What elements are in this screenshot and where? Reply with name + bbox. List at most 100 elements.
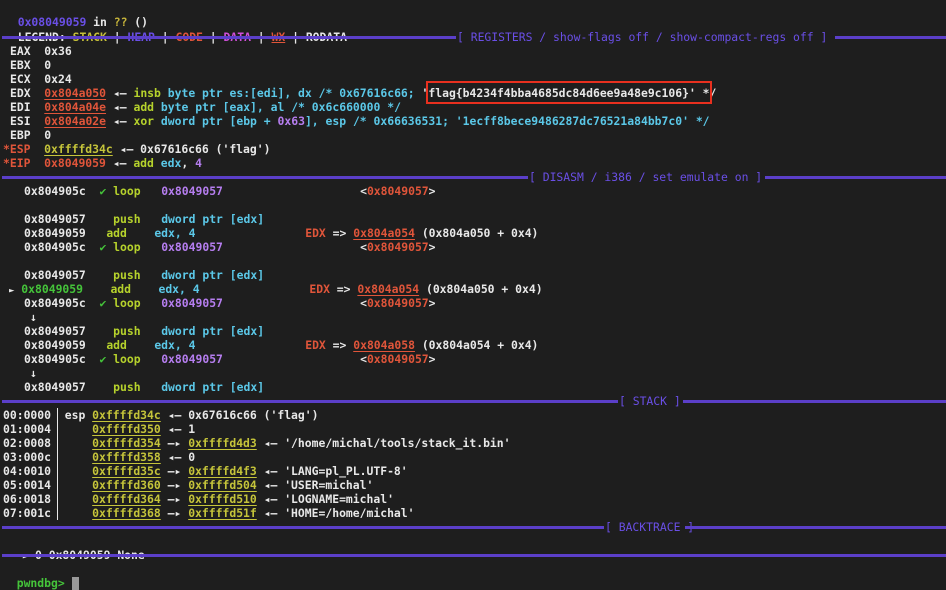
mnemonic: add xyxy=(106,226,127,240)
stack-value: 1 xyxy=(188,422,196,436)
stack-pointer-target[interactable]: 0xffffd510 xyxy=(188,492,257,506)
disasm-row: 0x804905c ✔ loop 0x8049057 <0x8049057> xyxy=(24,184,436,198)
emulated-calc: (0x804a050 + 0x4) xyxy=(419,282,543,296)
divider xyxy=(2,526,604,529)
stack-offset: 06:0018 xyxy=(3,492,52,506)
mnemonic: loop xyxy=(113,240,141,254)
instruction-address[interactable]: 0x8049057 xyxy=(24,380,86,394)
registers-title: [ REGISTERS / show-flags off / show-comp… xyxy=(457,30,828,44)
legend: LEGEND: STACK | HEAP | CODE | DATA | WX … xyxy=(4,16,347,44)
pointer-arrow-icon: —▸ xyxy=(167,492,182,506)
mnemonic: loop xyxy=(113,296,141,310)
divider xyxy=(2,400,618,403)
disasm-jump-arrow: ↓ xyxy=(30,310,37,324)
backtrace-separator: [ BACKTRACE ] xyxy=(0,520,946,534)
down-arrow-icon: ↓ xyxy=(30,366,37,380)
emulated-value[interactable]: 0x804a058 xyxy=(353,338,415,352)
stack-title: [ STACK ] xyxy=(619,394,681,408)
instruction-address[interactable]: 0x8049059 xyxy=(21,282,83,296)
stack-pointer-target[interactable]: 0xffffd4f3 xyxy=(188,464,257,478)
instruction-address[interactable]: 0x8049057 xyxy=(24,212,86,226)
command-prompt[interactable]: pwndbg> xyxy=(3,562,79,590)
value-arrow-icon: ◂— xyxy=(167,408,182,422)
instruction-address[interactable]: 0x804905c xyxy=(24,296,86,310)
stack-address[interactable]: 0xffffd364 xyxy=(92,492,161,506)
branch-target[interactable]: 0x8049057 xyxy=(367,296,429,310)
mnemonic: loop xyxy=(113,352,141,366)
edx-value[interactable]: 0x804a050 xyxy=(44,86,106,100)
instruction-address[interactable]: 0x8049057 xyxy=(24,324,86,338)
disasm-row: 0x8049059 add edx, 4 EDX => 0x804a054 (0… xyxy=(24,226,539,240)
stack-row: 05:0014 0xffffd360 —▸ 0xffffd504 ◂— 'USE… xyxy=(3,478,373,492)
register-eip: *EIP 0x8049059 ◂— add edx, 4 xyxy=(3,156,202,170)
edi-value[interactable]: 0x804a04e xyxy=(44,100,106,114)
value-arrow-icon: ◂— xyxy=(263,436,278,450)
mnemonic: push xyxy=(113,324,141,338)
instruction-address[interactable]: 0x804905c xyxy=(24,184,86,198)
stack-offset: 03:000c xyxy=(3,450,52,464)
branch-target[interactable]: 0x8049057 xyxy=(367,184,429,198)
disasm-row: 0x8049057 push dword ptr [edx] xyxy=(24,380,264,394)
emulated-calc: (0x804a054 + 0x4) xyxy=(414,338,539,352)
operands: 0x8049057 xyxy=(161,352,223,366)
mnemonic: add xyxy=(110,282,132,296)
stack-register-label: esp xyxy=(64,408,86,422)
emulated-value[interactable]: 0x804a054 xyxy=(353,226,415,240)
register-ecx: ECX 0x24 xyxy=(10,72,72,86)
stack-address[interactable]: 0xffffd35c xyxy=(92,464,161,478)
stack-value: 'USER=michal' xyxy=(284,478,374,492)
stack-address[interactable]: 0xffffd34c xyxy=(92,408,161,422)
disasm-row: 0x804905c ✔ loop 0x8049057 <0x8049057> xyxy=(24,240,436,254)
disasm-row: ► 0x8049059 add edx, 4 EDX => 0x804a054 … xyxy=(9,282,543,296)
esp-value[interactable]: 0xffffd34c xyxy=(44,142,113,156)
instruction-address[interactable]: 0x804905c xyxy=(24,240,86,254)
stack-pointer-target[interactable]: 0xffffd4d3 xyxy=(188,436,257,450)
stack-address[interactable]: 0xffffd350 xyxy=(92,422,161,436)
value-arrow-icon: ◂— xyxy=(263,492,278,506)
stack-row: 00:0000 esp 0xffffd34c ◂— 0x67616c66 ('f… xyxy=(3,408,319,422)
stack-address[interactable]: 0xffffd358 xyxy=(92,450,161,464)
pointer-arrow-icon: —▸ xyxy=(167,464,182,478)
disasm-row: 0x8049057 push dword ptr [edx] xyxy=(24,324,264,338)
stack-address[interactable]: 0xffffd354 xyxy=(92,436,161,450)
register-esi: ESI 0x804a02e ◂— xor dword ptr [ebp + 0x… xyxy=(10,114,710,128)
disasm-separator: [ DISASM / i386 / set emulate on ] xyxy=(0,170,946,184)
register-edi: EDI 0x804a04e ◂— add byte ptr [eax], al … xyxy=(10,100,401,114)
stack-address[interactable]: 0xffffd360 xyxy=(92,478,161,492)
disasm-row: 0x804905c ✔ loop 0x8049057 <0x8049057> xyxy=(24,352,436,366)
stack-row: 04:0010 0xffffd35c —▸ 0xffffd4f3 ◂— 'LAN… xyxy=(3,464,408,478)
stack-address[interactable]: 0xffffd368 xyxy=(92,506,161,520)
emulated-register: EDX xyxy=(305,338,326,352)
stack-value: 0 xyxy=(188,450,196,464)
value-arrow-icon: ◂— xyxy=(263,464,278,478)
stack-value: 'HOME=/home/michal' xyxy=(284,506,415,520)
flag-highlight-box xyxy=(426,81,712,104)
instruction-address[interactable]: 0x8049059 xyxy=(24,338,86,352)
prompt-label: pwndbg> xyxy=(16,576,65,590)
divider xyxy=(2,36,456,39)
mnemonic: push xyxy=(113,268,141,282)
eip-value[interactable]: 0x8049059 xyxy=(44,156,106,170)
esi-value[interactable]: 0x804a02e xyxy=(44,114,106,128)
stack-value: 0x67616c66 ('flag') xyxy=(188,408,319,422)
stack-offset: 04:0010 xyxy=(3,464,52,478)
value-arrow-icon: ◂— xyxy=(263,506,278,520)
instruction-address[interactable]: 0x8049059 xyxy=(24,226,86,240)
operands: dword ptr [edx] xyxy=(161,268,265,282)
stack-row: 06:0018 0xffffd364 —▸ 0xffffd510 ◂— 'LOG… xyxy=(3,492,394,506)
backtrace-frame[interactable]: ► 0 0x8049059 None xyxy=(9,534,145,562)
instruction-address[interactable]: 0x8049057 xyxy=(24,268,86,282)
branch-target[interactable]: 0x8049057 xyxy=(367,240,429,254)
stack-pointer-target[interactable]: 0xffffd51f xyxy=(188,506,257,520)
pointer-arrow-icon: —▸ xyxy=(167,506,182,520)
emulated-value[interactable]: 0x804a054 xyxy=(357,282,419,296)
disasm-jump-arrow: ↓ xyxy=(30,366,37,380)
value-arrow-icon: ◂— xyxy=(167,450,182,464)
value-arrow-icon: ◂— xyxy=(263,478,278,492)
branch-target[interactable]: 0x8049057 xyxy=(367,352,429,366)
emulated-calc: (0x804a050 + 0x4) xyxy=(414,226,539,240)
instruction-address[interactable]: 0x804905c xyxy=(24,352,86,366)
stack-pointer-target[interactable]: 0xffffd504 xyxy=(188,478,257,492)
operands: edx, 4 xyxy=(154,226,196,240)
stack-row: 02:0008 0xffffd354 —▸ 0xffffd4d3 ◂— '/ho… xyxy=(3,436,511,450)
